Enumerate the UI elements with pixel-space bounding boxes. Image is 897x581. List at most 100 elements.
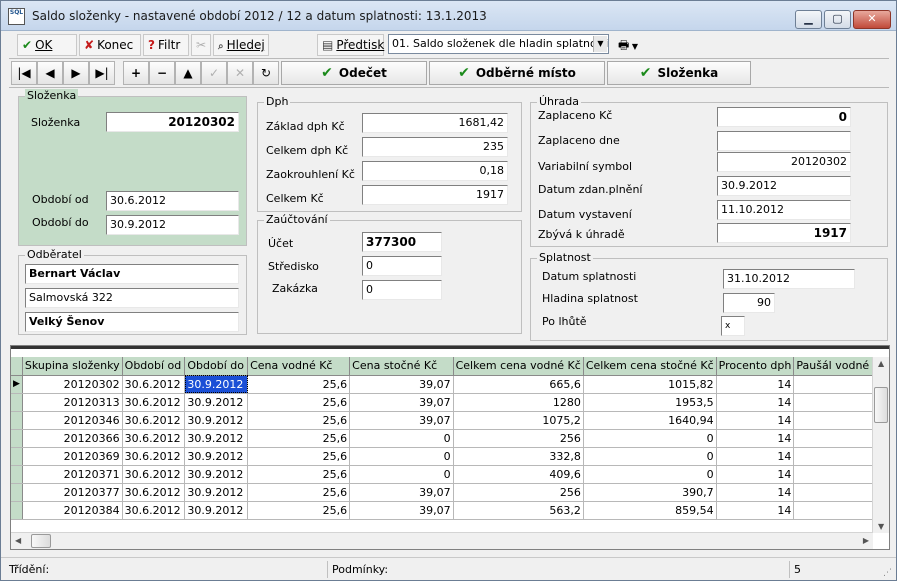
table-cell[interactable]: 30.6.2012 (122, 465, 186, 484)
table-cell[interactable]: 563,2 (453, 501, 584, 520)
table-cell[interactable]: 256 (453, 483, 584, 502)
variabilni-symbol-field[interactable]: 20120302 (717, 152, 851, 172)
table-cell[interactable]: 1015,82 (583, 375, 717, 394)
table-cell[interactable]: 30.6.2012 (122, 411, 186, 430)
table-cell[interactable]: 30.6.2012 (122, 501, 186, 520)
hladina-splatnost-field[interactable]: 90 (723, 293, 775, 313)
vertical-scrollbar[interactable]: ▲ ▼ (872, 357, 889, 533)
table-cell[interactable]: 20120371 (22, 465, 123, 484)
scroll-up-icon[interactable]: ▲ (878, 359, 884, 368)
column-header[interactable]: Období do (184, 357, 249, 376)
table-cell[interactable]: 30.9.2012 (184, 375, 249, 394)
table-cell[interactable]: 332,8 (453, 447, 584, 466)
table-row[interactable]: 20120366 30.6.2012 30.9.2012 25,6 0 256 0 14 (11, 429, 889, 448)
table-cell[interactable]: 20120369 (22, 447, 123, 466)
table-cell[interactable]: 39,07 (349, 375, 454, 394)
table-cell[interactable]: 39,07 (349, 393, 454, 412)
horizontal-scrollbar[interactable]: ◀ ▶ (11, 532, 873, 549)
column-header[interactable]: Období od (122, 357, 186, 376)
post-record-button[interactable]: ✓ (201, 61, 227, 85)
zaplaceno-dne-field[interactable] (717, 131, 851, 151)
horizontal-scroll-thumb[interactable] (31, 534, 51, 548)
table-cell[interactable]: 30.9.2012 (184, 429, 249, 448)
hledej-button[interactable]: ⌕ Hledej (213, 34, 269, 56)
refresh-button[interactable]: ↻ (253, 61, 279, 85)
cut-button[interactable]: ✂ (191, 34, 211, 56)
zakazka-field[interactable]: 0 (362, 280, 442, 300)
table-cell[interactable]: 0 (349, 465, 454, 484)
filtr-button[interactable]: ? Filtr (143, 34, 189, 56)
table-cell[interactable]: 30.9.2012 (184, 393, 249, 412)
odberne-misto-button[interactable]: ✔ Odběrné místo (429, 61, 605, 85)
last-record-button[interactable]: ▶| (89, 61, 115, 85)
table-cell[interactable]: 20120302 (22, 375, 123, 394)
table-cell[interactable]: 0 (583, 465, 717, 484)
table-cell[interactable]: 25,6 (247, 429, 351, 448)
column-header[interactable]: Celkem cena stočné Kč (583, 357, 717, 376)
slozenka-field[interactable]: 20120302 (106, 112, 239, 132)
table-cell[interactable]: 30.6.2012 (122, 429, 186, 448)
row-indicator[interactable] (11, 411, 23, 430)
delete-record-button[interactable]: − (149, 61, 175, 85)
table-cell[interactable]: 30.9.2012 (184, 483, 249, 502)
table-cell[interactable]: 30.9.2012 (184, 411, 249, 430)
report-select[interactable]: 01. Saldo složenek dle hladin splatnosti… (388, 34, 609, 54)
celkem-dph-field[interactable]: 235 (362, 137, 508, 157)
table-cell[interactable]: 20120384 (22, 501, 123, 520)
table-cell[interactable]: 39,07 (349, 501, 454, 520)
po-lhute-field[interactable]: x (721, 316, 745, 336)
table-cell[interactable]: 30.9.2012 (184, 465, 249, 484)
ok-button[interactable]: ✔ OK (17, 34, 77, 56)
table-cell[interactable]: 665,6 (453, 375, 584, 394)
table-cell[interactable]: 30.6.2012 (122, 483, 186, 502)
table-cell[interactable]: 30.6.2012 (122, 375, 186, 394)
minimize-button[interactable]: ▁ (795, 10, 822, 29)
datum-zdan-plneni-field[interactable]: 30.9.2012 (717, 176, 851, 196)
table-cell[interactable]: 1280 (453, 393, 584, 412)
table-cell[interactable]: 25,6 (247, 483, 351, 502)
current-row-indicator-icon[interactable]: ▶ (11, 375, 23, 394)
konec-button[interactable]: ✘ Konec (79, 34, 141, 56)
table-cell[interactable]: 409,6 (453, 465, 584, 484)
datum-splatnosti-field[interactable]: 31.10.2012 (723, 269, 855, 289)
column-header[interactable]: Cena vodné Kč (247, 357, 351, 376)
column-header[interactable]: Procento dph (716, 357, 795, 376)
table-cell[interactable]: 25,6 (247, 447, 351, 466)
table-cell[interactable]: 1640,94 (583, 411, 717, 430)
zaokrouhleni-field[interactable]: 0,18 (362, 161, 508, 181)
first-record-button[interactable]: |◀ (11, 61, 37, 85)
table-cell[interactable]: 20120346 (22, 411, 123, 430)
zaplaceno-kc-field[interactable]: 0 (717, 107, 851, 127)
prev-record-button[interactable]: ◀ (37, 61, 63, 85)
table-cell[interactable]: 1075,2 (453, 411, 584, 430)
table-row[interactable]: 20120313 30.6.2012 30.9.2012 25,6 39,07 1280 1… (11, 393, 889, 412)
table-cell[interactable]: 14 (716, 501, 795, 520)
slozenka-button[interactable]: ✔ Složenka (607, 61, 751, 85)
column-header[interactable]: Celkem cena vodné Kč (453, 357, 584, 376)
table-row[interactable]: 20120369 30.6.2012 30.9.2012 25,6 0 332,8 0 14 (11, 447, 889, 466)
table-cell[interactable]: 20120313 (22, 393, 123, 412)
table-cell[interactable]: 14 (716, 483, 795, 502)
celkem-kc-field[interactable]: 1917 (362, 185, 508, 205)
column-header[interactable]: Skupina složenky (22, 357, 123, 376)
column-header[interactable]: Cena stočné Kč (349, 357, 454, 376)
table-cell[interactable]: 859,54 (583, 501, 717, 520)
odberatel-name-field[interactable]: Bernart Václav (25, 264, 239, 284)
table-row[interactable]: ▶ 20120302 30.6.2012 30.9.2012 25,6 39,07 665,… (11, 375, 889, 394)
table-cell[interactable]: 14 (716, 465, 795, 484)
table-cell[interactable]: 20120377 (22, 483, 123, 502)
row-indicator[interactable] (11, 447, 23, 466)
scroll-left-icon[interactable]: ◀ (15, 536, 21, 545)
table-row[interactable]: 20120371 30.6.2012 30.9.2012 25,6 0 409,6 0 14 (11, 465, 889, 484)
table-row[interactable]: 20120377 30.6.2012 30.9.2012 25,6 39,07 256 39… (11, 483, 889, 502)
ucet-field[interactable]: 377300 (362, 232, 442, 252)
table-cell[interactable]: 256 (453, 429, 584, 448)
odecet-button[interactable]: ✔ Odečet (281, 61, 427, 85)
edit-record-button[interactable]: ▲ (175, 61, 201, 85)
table-cell[interactable]: 25,6 (247, 375, 351, 394)
print-button[interactable]: 🖶 ▼ (613, 34, 647, 56)
table-cell[interactable]: 0 (583, 429, 717, 448)
table-cell[interactable]: 390,7 (583, 483, 717, 502)
table-cell[interactable]: 0 (349, 447, 454, 466)
table-cell[interactable]: 30.6.2012 (122, 393, 186, 412)
